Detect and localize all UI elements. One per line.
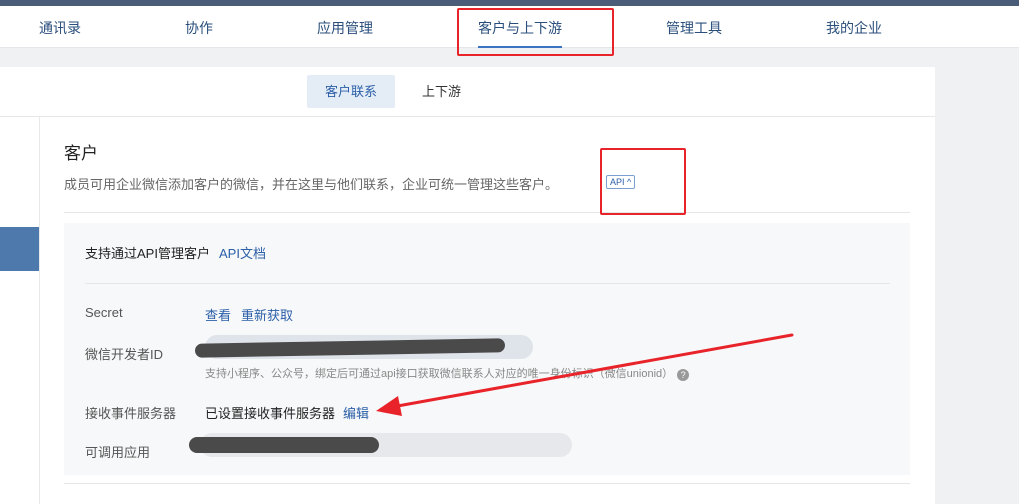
nav-management-tools[interactable]: 管理工具	[666, 18, 722, 38]
api-card-divider	[85, 283, 890, 284]
question-circle-icon[interactable]: ?	[677, 369, 690, 381]
dev-id-label: 微信开发者ID	[85, 347, 164, 362]
annotation-box-api	[600, 148, 686, 215]
nav-collaboration[interactable]: 协作	[185, 18, 213, 38]
apps-label: 可调用应用	[85, 445, 151, 460]
secret-view-link[interactable]: 查看	[205, 305, 231, 324]
event-server-status: 已设置接收事件服务器	[205, 406, 336, 421]
section-title: 客户	[64, 144, 98, 163]
left-sidebar	[0, 117, 40, 504]
subtab-upstream-downstream[interactable]: 上下游	[404, 75, 479, 108]
content-panel: 客户联系 上下游 客户 成员可用企业微信添加客户的微信，并在这里与他们联系，企业…	[0, 67, 935, 504]
annotation-box-nav	[457, 8, 614, 56]
apps-redaction-scribble	[189, 437, 379, 453]
nav-contacts[interactable]: 通讯录	[39, 18, 81, 38]
event-server-label: 接收事件服务器	[85, 406, 177, 421]
dev-id-hint: 支持小程序、公众号，绑定后可通过api接口获取微信联系人对应的唯一身份标识（微信…	[205, 365, 690, 381]
section-divider	[64, 212, 910, 213]
bottom-divider	[64, 483, 910, 484]
subtab-bar: 客户联系 上下游	[0, 67, 935, 117]
section-description: 成员可用企业微信添加客户的微信，并在这里与他们联系，企业可统一管理这些客户。	[64, 177, 559, 192]
event-server-edit-link[interactable]: 编辑	[343, 403, 369, 422]
sidebar-selected-item[interactable]	[0, 227, 39, 271]
subtab-customer-contact[interactable]: 客户联系	[307, 75, 396, 108]
secret-refresh-link[interactable]: 重新获取	[241, 305, 293, 324]
api-card-title: 支持通过API管理客户	[85, 246, 210, 261]
nav-my-enterprise[interactable]: 我的企业	[826, 18, 882, 38]
secret-label: Secret	[85, 305, 123, 320]
api-card: 支持通过API管理客户 API文档 Secret 查看 重新获取 微信开发者ID…	[64, 223, 910, 475]
nav-app-management[interactable]: 应用管理	[317, 18, 373, 38]
api-doc-link[interactable]: API文档	[219, 243, 266, 262]
